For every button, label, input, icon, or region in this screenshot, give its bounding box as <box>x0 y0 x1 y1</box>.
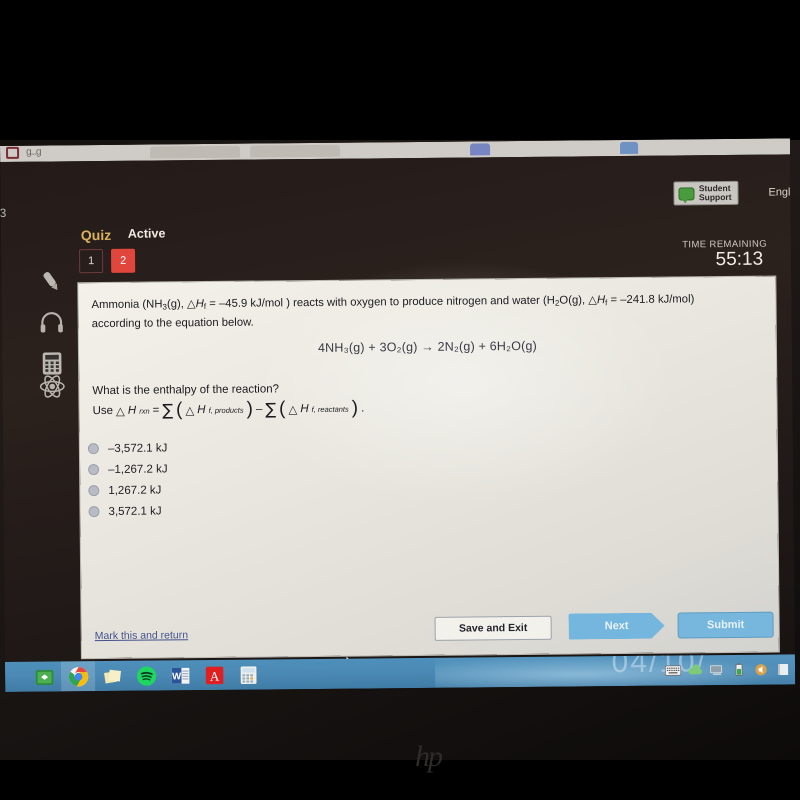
radio-button[interactable] <box>87 443 99 455</box>
radio-button[interactable] <box>88 506 100 518</box>
time-remaining-value: 55:13 <box>715 248 764 271</box>
hp-logo: hp <box>415 740 443 773</box>
answer-option-label: 1,267.2 kJ <box>108 483 162 497</box>
atom-icon[interactable] <box>38 372 66 400</box>
answer-option-label: –3,572.1 kJ <box>107 441 168 455</box>
chrome-icon <box>68 666 88 686</box>
volume-icon[interactable] <box>753 663 769 677</box>
chemical-equation: 4NH₃(g) + 3O₂(g) → 2N₂(g) + 6H₂O(g) <box>317 338 538 355</box>
sticky-notes-icon <box>103 669 121 683</box>
answer-options: –3,572.1 kJ –1,267.2 kJ 1,267.2 kJ 3,572… <box>87 437 168 522</box>
sigma-symbol: ∑ <box>265 399 277 419</box>
enthalpy-symbol: H <box>127 404 137 417</box>
svg-text:A: A <box>209 668 219 683</box>
next-button[interactable]: Next <box>569 613 665 640</box>
word-icon: W <box>171 667 189 684</box>
store-icon <box>35 669 53 685</box>
battery-icon[interactable] <box>731 663 747 677</box>
taskbar-item-microsoft-store[interactable] <box>27 661 61 691</box>
delta-symbol: △ <box>288 402 298 417</box>
taskbar-item-adobe-acrobat[interactable]: A <box>197 660 231 690</box>
support-label-line2: Support <box>698 191 732 203</box>
delta-symbol: △ <box>185 403 195 418</box>
delta-symbol: △ <box>186 297 196 311</box>
answer-option-label: 3,572.1 kJ <box>108 504 162 518</box>
quiz-app-chrome: 3 Student Support Engl Quiz Active 1 2 T… <box>0 154 796 692</box>
question-chip-1[interactable]: 1 <box>78 249 104 274</box>
laptop-photo: hp g...g 3 Student Support Engl Quiz Act… <box>0 0 800 800</box>
chat-bubble-icon <box>678 186 695 200</box>
minus-symbol: – <box>255 403 263 416</box>
bell-icon[interactable] <box>775 662 791 676</box>
taskbar-item-calculator[interactable] <box>231 659 265 689</box>
svg-text:W: W <box>172 671 182 682</box>
question-body: Ammonia (NH3(g), △Hf = –45.9 kJ/mol ) re… <box>91 290 751 333</box>
system-tray <box>665 654 791 685</box>
keyboard-icon[interactable] <box>665 663 682 677</box>
taskbar-item-spotify[interactable] <box>129 660 163 690</box>
delta-symbol: △ <box>115 403 125 418</box>
calculator-app-icon <box>240 665 257 684</box>
language-selector[interactable]: Engl <box>768 186 790 198</box>
highlighter-icon[interactable] <box>37 267 65 295</box>
question-text-seg: (g), <box>166 298 188 311</box>
onedrive-icon[interactable] <box>687 663 703 677</box>
browser-tab[interactable] <box>619 141 639 155</box>
student-support-button[interactable]: Student Support <box>673 180 739 206</box>
browser-tab-label: g...g <box>26 146 41 158</box>
enthalpy-symbol: H <box>300 403 309 416</box>
acrobat-icon: A <box>205 666 223 684</box>
question-text-seg: = –45.9 kJ/mol ) reacts with oxygen to p… <box>206 294 555 311</box>
question-text-seg: O(g), <box>559 294 589 307</box>
taskbar-item-google-chrome[interactable] <box>60 661 96 692</box>
answer-option[interactable]: 3,572.1 kJ <box>88 500 168 522</box>
question-text-line2: according to the equation below. <box>91 316 254 331</box>
question-text-seg: Ammonia (NH <box>91 298 163 312</box>
subscript: f, reactants <box>311 404 349 414</box>
submit-button[interactable]: Submit <box>677 611 774 639</box>
enthalpy-formula: Use △ Hrxn = ∑ (△ Hf, products) – ∑ (△ Hf, … <box>92 397 365 421</box>
browser-tab[interactable] <box>150 145 241 159</box>
question-text-seg: = –241.8 kJ/mol) <box>607 293 695 307</box>
answer-option[interactable]: –1,267.2 kJ <box>88 458 168 480</box>
subscript: f, products <box>208 405 244 415</box>
question-chip-2[interactable]: 2 <box>110 248 136 273</box>
sigma-symbol: ∑ <box>162 400 174 420</box>
enthalpy-symbol: H <box>596 294 606 307</box>
enthalpy-symbol: H <box>197 404 206 417</box>
formula-use-label: Use <box>92 404 114 418</box>
taskbar-item-sticky-notes[interactable] <box>95 661 129 691</box>
answer-option[interactable]: 1,267.2 kJ <box>88 479 168 501</box>
browser-tab[interactable] <box>469 143 491 156</box>
network-icon[interactable] <box>709 663 725 677</box>
edge-text: 3 <box>0 205 7 221</box>
quiz-title: Quiz <box>80 226 112 244</box>
laptop-screen: g...g 3 Student Support Engl Quiz Active <box>0 138 796 692</box>
quiz-status: Active <box>127 226 166 241</box>
save-and-exit-button[interactable]: Save and Exit <box>434 615 552 641</box>
browser-tab[interactable] <box>250 144 341 158</box>
mark-this-and-return-link[interactable]: Mark this and return <box>95 629 188 642</box>
quiz-content-panel: Ammonia (NH3(g), △Hf = –45.9 kJ/mol ) re… <box>78 276 779 674</box>
radio-button[interactable] <box>88 485 100 497</box>
browser-tab-icon <box>6 146 20 159</box>
answer-option[interactable]: –3,572.1 kJ <box>87 437 168 459</box>
answer-option-label: –1,267.2 kJ <box>108 462 168 476</box>
headphones-icon[interactable] <box>38 308 66 336</box>
taskbar-item-microsoft-word[interactable]: W <box>163 660 197 690</box>
spotify-icon <box>136 665 156 686</box>
question-prompt: What is the enthalpy of the reaction? <box>92 383 280 398</box>
radio-button[interactable] <box>88 464 100 476</box>
subscript: rxn <box>139 406 150 416</box>
